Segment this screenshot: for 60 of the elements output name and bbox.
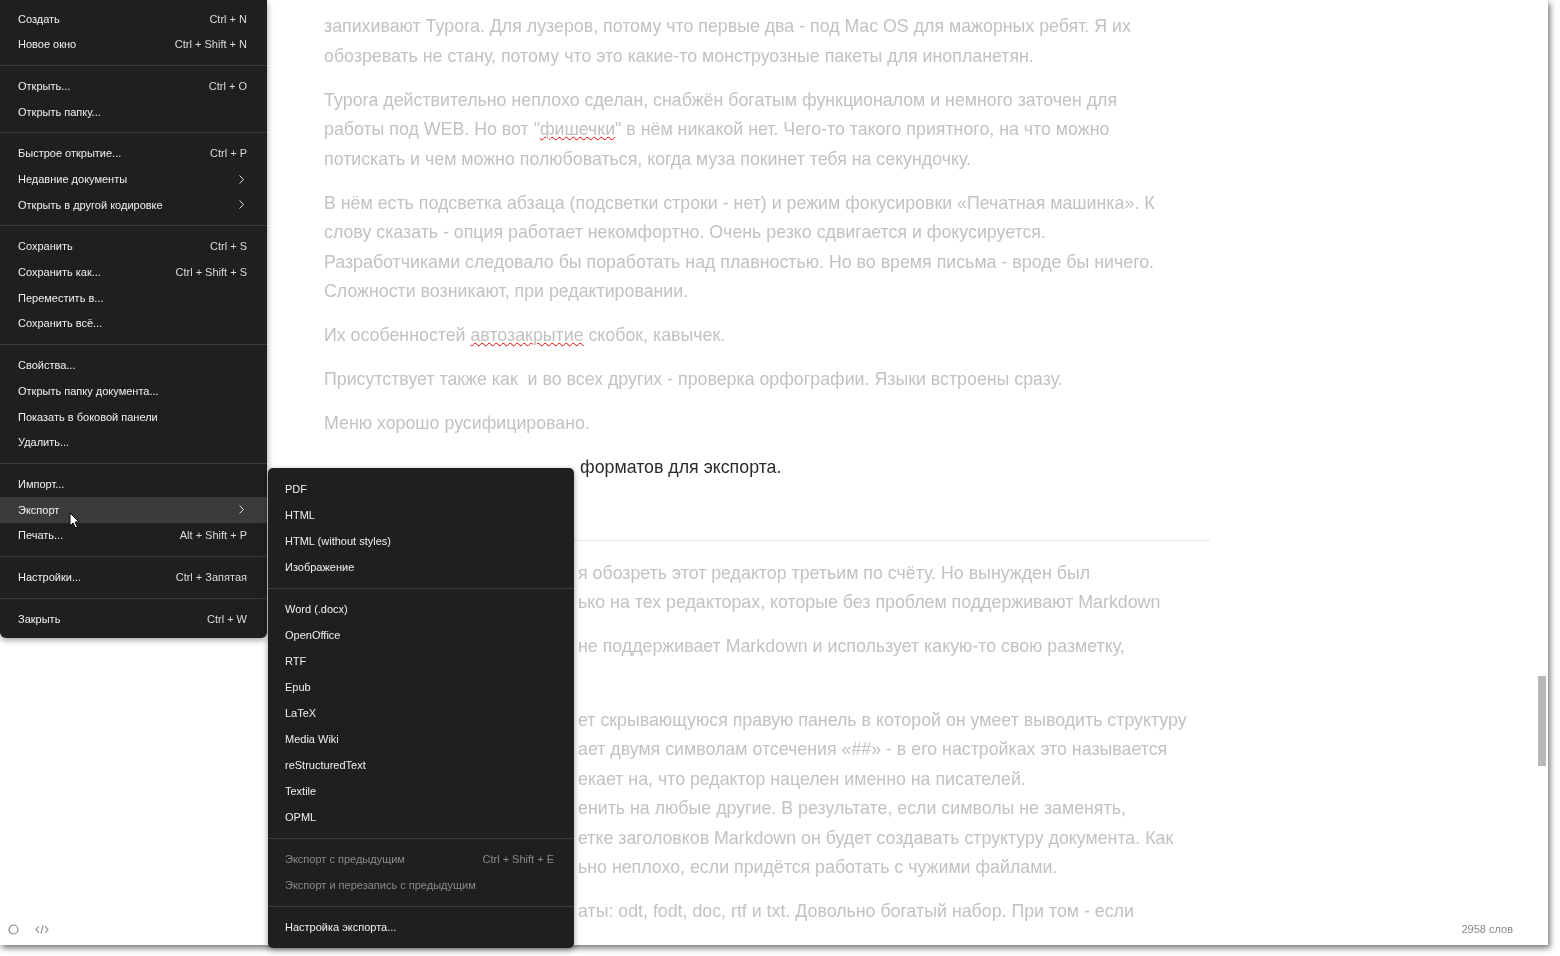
menu-item[interactable]: Сохранить Ctrl + S	[0, 233, 267, 260]
paragraph: В нём есть подсветка абзаца (подсветки строки - нет) и режим фокусировки «Печатная машинка». К слову сказать - опция работает некомфортно. Очень резко сдвигается и фокусируется. Разработчиками следовало бы поработать над плавностью. Но во время письма - вроде бы ничего. Сложности возникают, при редактировании.	[324, 191, 1155, 303]
menu-item[interactable]: Создать Ctrl + N	[0, 6, 267, 32]
menu-item[interactable]: Открыть в другой кодировке	[0, 192, 267, 218]
menu-item[interactable]: LaTeX	[268, 700, 574, 726]
menu-item[interactable]: HTML	[268, 502, 574, 528]
menu-item[interactable]: Удалить...	[0, 429, 267, 456]
paragraph: форматов для экспорта.	[580, 456, 782, 479]
paragraph: я обозреть этот редактор третьим по счёту. Но вынужден был ько на тех редакторах, которые без проблем поддерживают Markdown	[578, 561, 1161, 614]
shortcut-text: Ctrl + S	[210, 239, 247, 255]
shortcut-text: Ctrl + N	[209, 11, 247, 27]
mouse-cursor-icon	[69, 512, 80, 529]
shortcut-text: Ctrl + Запятая	[175, 569, 247, 585]
menu-item[interactable]: PDF	[268, 476, 574, 502]
menu-item[interactable]: Epub	[268, 674, 574, 700]
shortcut-text: Alt + Shift + P	[179, 528, 247, 544]
source-code-icon[interactable]	[35, 924, 49, 935]
scrollbar-thumb[interactable]	[1538, 676, 1546, 766]
menu-item[interactable]: HTML (without styles)	[268, 528, 574, 554]
menu-item[interactable]: Изображение	[268, 554, 574, 580]
menu-item[interactable]: RTF	[268, 648, 574, 674]
paragraph: Присутствует также как и во всех других - проверка орфографии. Языки встроены сразу.	[324, 368, 1063, 391]
menu-item[interactable]: reStructuredText	[268, 752, 574, 778]
menu-item[interactable]: Сохранить как... Ctrl + Shift + S	[0, 259, 267, 286]
menu-item[interactable]: Textile	[268, 778, 574, 804]
menu-item[interactable]: Media Wiki	[268, 726, 574, 752]
menu-item[interactable]: Открыть... Ctrl + O	[0, 73, 267, 100]
paragraph: Их особенностей автозакрытие скобок, кавычек.	[324, 324, 726, 347]
menu-item[interactable]: Настройка экспорта...	[268, 914, 574, 940]
menu-item[interactable]: Открыть папку...	[0, 99, 267, 125]
menu-item[interactable]: Экспорт	[0, 497, 267, 523]
menu-item[interactable]: Быстрое открытие... Ctrl + P	[0, 140, 267, 167]
menu-item[interactable]: Word (.docx)	[268, 596, 574, 622]
paragraph: Typora действительно неплохо сделан, снабжён богатым функционалом и немного заточен для работы под WEB. Но вот "фишечки" в нём никакой нет. Чего-то такого приятного, на что можно потискать и чем можно полюбоваться, когда муза покинет тебя на секундочку.	[324, 88, 1118, 171]
menu-item[interactable]: Закрыть Ctrl + W	[0, 606, 267, 632]
paragraph: ет скрывающуюся правую панель в которой он умеет выводить структуру ает двумя символам отсечения «##» - в его настройках это называется екает на, что редактор нацелен именно на писателей. енить на любые другие. В результате, если символы не заменять, етке заголовков Markdown он будет создавать структуру документа. Как ьно неплохо, если придётся работать с чужими файлами.	[578, 708, 1187, 879]
menu-item[interactable]: OPML	[268, 804, 574, 830]
paragraph: запихивают Typora. Для лузеров, потому что первые два - под Mac OS для мажорных ребят. Я их обозревать не стану, потому что это какие-то монструозные пакеты для инопланетян.	[324, 15, 1131, 68]
menu-item[interactable]: Свойства...	[0, 352, 267, 379]
menu-item[interactable]: OpenOffice	[268, 622, 574, 648]
menu-item[interactable]: Показать в боковой панели	[0, 403, 267, 430]
sidebar-toggle-icon[interactable]	[8, 924, 19, 935]
menu-item[interactable]: Переместить в...	[0, 285, 267, 311]
shortcut-text: Ctrl + Shift + S	[175, 265, 247, 281]
menu-item[interactable]: Настройки... Ctrl + Запятая	[0, 564, 267, 591]
paragraph: аты: odt, fodt, doc, rtf и txt. Довольно богатый набор. При том - если	[578, 900, 1134, 923]
menu-item[interactable]: Импорт...	[0, 471, 267, 497]
menu-item[interactable]: Печать... Alt + Shift + P	[0, 522, 267, 549]
shortcut-text: Ctrl + O	[208, 78, 247, 94]
shortcut-text: Ctrl + P	[210, 146, 247, 162]
menu-item[interactable]: Открыть папку документа...	[0, 378, 267, 404]
menu-item[interactable]: Новое окно Ctrl + Shift + N	[0, 31, 267, 58]
menu-item[interactable]: Недавние документы	[0, 166, 267, 193]
shortcut-text: Ctrl + W	[206, 611, 247, 627]
menu-item[interactable]: Сохранить всё...	[0, 310, 267, 337]
paragraph: Меню хорошо русифицировано.	[324, 412, 590, 435]
shortcut-text: Ctrl + Shift + N	[174, 37, 247, 53]
paragraph: не поддерживает Markdown и использует какую-то свою разметку,	[578, 635, 1125, 658]
word-count: 2958 слов	[1461, 922, 1513, 937]
shortcut-text: Ctrl + Shift + E	[482, 851, 554, 867]
